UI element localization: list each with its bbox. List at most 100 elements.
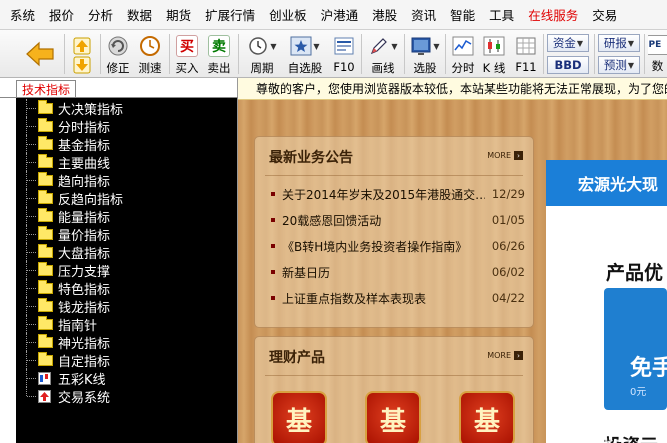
menu-analysis[interactable]: 分析 [88, 5, 113, 24]
tree-item[interactable]: 基金指标 [16, 135, 237, 154]
candlestick-icon [483, 35, 505, 57]
timeshare-button[interactable]: 分时 [449, 32, 477, 76]
folder-icon [38, 99, 53, 114]
menu-system[interactable]: 系统 [10, 5, 35, 24]
news-title: 最新业务公告 [269, 150, 353, 166]
sell-icon: 卖 [208, 35, 230, 57]
tree-item[interactable]: 大决策指标 [16, 99, 237, 118]
arrow-down-icon [71, 54, 93, 76]
buy-button[interactable]: 买 买入 [173, 32, 201, 76]
fund-badge[interactable]: 基 [271, 391, 327, 443]
promo-card[interactable]: 免手 0元 [604, 288, 667, 410]
news-item-date: 04/22 [491, 291, 525, 305]
menu-gem-board[interactable]: 创业板 [269, 5, 307, 24]
menu-online-service[interactable]: 在线服务 [528, 5, 578, 24]
menu-news[interactable]: 资讯 [411, 5, 436, 24]
menu-extended-quotes[interactable]: 扩展行情 [205, 5, 255, 24]
menu-trade[interactable]: 交易 [592, 5, 617, 24]
tree-item-label: 钱龙指标 [58, 300, 111, 316]
tree-item[interactable]: 大盘指标 [16, 243, 237, 262]
back-button[interactable] [20, 32, 60, 76]
chevron-down-icon: ▼ [391, 41, 398, 51]
tree-item[interactable]: 分时指标 [16, 117, 237, 136]
promo-subtitle: 产品优 [606, 262, 664, 284]
scroll-down-button[interactable] [70, 54, 94, 77]
menu-hk-connect[interactable]: 沪港通 [321, 5, 359, 24]
products-panel: 理财产品 MORE › 基 基 基 [254, 336, 534, 443]
chevron-right-icon: › [514, 151, 523, 160]
screen-icon: ▼ [408, 35, 442, 57]
bullet-icon [271, 244, 275, 248]
draw-label: 画线 [371, 61, 395, 75]
menu-data[interactable]: 数据 [127, 5, 152, 24]
timeshare-label: 分时 [451, 61, 475, 75]
tree-item-label: 自定指标 [58, 354, 111, 370]
news-item[interactable]: 《B转H境内业务投资者操作指南》 06/26 [271, 237, 525, 255]
research-button[interactable]: 研报 ▼ [598, 34, 640, 52]
tree-item-label: 分时指标 [58, 120, 111, 136]
folder-icon [38, 135, 53, 150]
f11-button[interactable]: F11 [512, 32, 540, 76]
folder-icon [38, 243, 53, 258]
watchlist-button[interactable]: ▼ 自选股 [285, 32, 325, 76]
sell-button[interactable]: 卖 卖出 [205, 32, 233, 76]
products-more-link[interactable]: MORE › [487, 351, 523, 360]
speed-test-button[interactable]: 测速 [136, 32, 164, 76]
kline-button[interactable]: K 线 [480, 32, 508, 76]
chevron-down-icon: ▼ [627, 60, 635, 70]
pe-data-button[interactable]: PE 数 [648, 32, 667, 76]
more-label: MORE [487, 351, 511, 360]
fix-button[interactable]: 修正 [104, 32, 132, 76]
tree-item[interactable]: 神光指标 [16, 333, 237, 352]
tree-item[interactable]: 主要曲线 [16, 153, 237, 172]
menu-tools[interactable]: 工具 [489, 5, 514, 24]
fund-badge[interactable]: 基 [459, 391, 515, 443]
period-button[interactable]: ▼ 周期 [243, 32, 281, 76]
chevron-down-icon: ▼ [576, 38, 584, 48]
menu-futures[interactable]: 期货 [166, 5, 191, 24]
tree-item-label: 基金指标 [58, 138, 111, 154]
chevron-down-icon: ▼ [313, 41, 320, 51]
tree-item-label: 交易系统 [58, 390, 111, 406]
news-more-link[interactable]: MORE › [487, 151, 523, 160]
tree-item[interactable]: 钱龙指标 [16, 297, 237, 316]
news-item[interactable]: 20载感恩回馈活动 01/05 [271, 211, 525, 229]
news-item[interactable]: 上证重点指数及样本表现表 04/22 [271, 289, 525, 307]
tree-item[interactable]: 反趋向指标 [16, 189, 237, 208]
tree-item[interactable]: 指南针 [16, 315, 237, 334]
folder-icon [38, 297, 53, 312]
news-item[interactable]: 关于2014年岁末及2015年港股通交… 12/29 [271, 185, 525, 203]
fund-badge[interactable]: 基 [365, 391, 421, 443]
forecast-button[interactable]: 预测 ▼ [598, 56, 640, 74]
tree-item[interactable]: 量价指标 [16, 225, 237, 244]
tree-item-label: 指南针 [58, 318, 98, 334]
pencil-icon: ▼ [366, 35, 400, 57]
menu-hk-stocks[interactable]: 港股 [372, 5, 397, 24]
tree-item[interactable]: 压力支撑 [16, 261, 237, 280]
app-window: 系统 报价 分析 数据 期货 扩展行情 创业板 沪港通 港股 资讯 智能 工具 … [0, 0, 667, 443]
stock-select-button[interactable]: ▼ 选股 [407, 32, 443, 76]
buy-label: 买入 [175, 61, 199, 75]
tree-item[interactable]: 交易系统 [16, 387, 237, 406]
funds-button[interactable]: 资金 ▼ [547, 34, 589, 52]
indicator-panel: 技术指标 大决策指标 分时指标 基金指标 主要曲线 趋向指标 反趋向指标 能量指… [0, 78, 238, 443]
f10-button[interactable]: F10 [331, 32, 357, 76]
tree-item[interactable]: 特色指标 [16, 279, 237, 298]
draw-line-button[interactable]: ▼ 画线 [364, 32, 402, 76]
tree-item[interactable]: 五彩K线 [16, 369, 237, 388]
news-item-date: 06/26 [491, 239, 525, 253]
bbd-label: BBD [554, 58, 582, 72]
tree-item-label: 能量指标 [58, 210, 111, 226]
bbd-button[interactable]: BBD [547, 56, 589, 74]
menu-smart[interactable]: 智能 [450, 5, 475, 24]
tree-item[interactable]: 趋向指标 [16, 171, 237, 190]
tree-item[interactable]: 能量指标 [16, 207, 237, 226]
menu-quote[interactable]: 报价 [49, 5, 74, 24]
news-item[interactable]: 新基日历 06/02 [271, 263, 525, 281]
tree-item[interactable]: 自定指标 [16, 351, 237, 370]
watchlist-label: 自选股 [287, 61, 323, 75]
news-item-title: 上证重点指数及样本表现表 [282, 291, 427, 306]
tree-item-label: 量价指标 [58, 228, 111, 244]
fix-label: 修正 [106, 61, 130, 75]
tab-technical-indicators[interactable]: 技术指标 [16, 80, 76, 98]
